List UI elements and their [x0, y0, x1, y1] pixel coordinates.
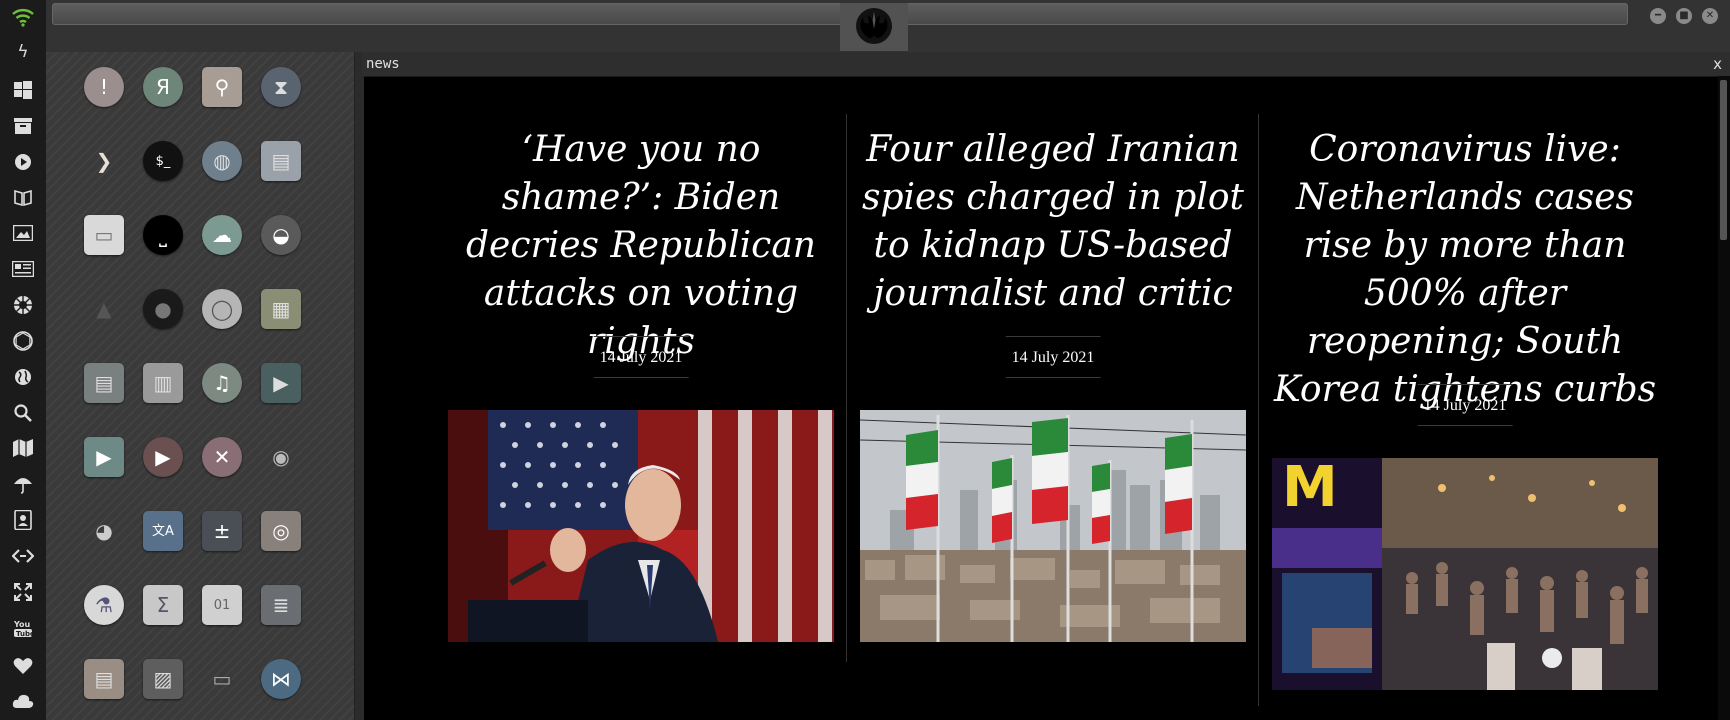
warning-app-icon[interactable]: !: [84, 67, 124, 107]
news-title-bar: news x: [362, 52, 1730, 77]
umbrella-icon[interactable]: [12, 473, 34, 495]
archive-icon[interactable]: [12, 115, 34, 137]
yandex-app-icon[interactable]: Я: [143, 67, 183, 107]
article-card[interactable]: ‘Have you no shame?’: Biden decries Repu…: [448, 76, 834, 720]
article-date-box: 14 July 2021: [1417, 384, 1513, 426]
flask-app-icon[interactable]: ⚗: [84, 585, 124, 625]
logo-tab[interactable]: [840, 3, 908, 51]
document-app-icon[interactable]: ▤: [84, 659, 124, 699]
translate-app-icon[interactable]: 文A: [143, 511, 183, 551]
books-icon[interactable]: [12, 186, 34, 208]
svg-text:M: M: [1282, 458, 1338, 520]
article-date-box: 14 July 2021: [593, 336, 689, 378]
dock: ϟ You Tube: [0, 0, 47, 720]
lightning-icon[interactable]: ϟ: [12, 41, 34, 63]
window-border: [362, 76, 364, 720]
minimize-icon[interactable]: ━: [1650, 8, 1666, 24]
youtube-app-icon[interactable]: ▶: [143, 437, 183, 477]
cloud-icon[interactable]: [12, 690, 34, 712]
article-headline[interactable]: Coronavirus live: Netherlands cases rise…: [1272, 126, 1658, 414]
notebook-app-icon[interactable]: ▥: [143, 363, 183, 403]
bed-app-icon[interactable]: ⎵: [143, 215, 183, 255]
window-app-icon[interactable]: ▭: [84, 215, 124, 255]
heart-icon[interactable]: [12, 655, 34, 677]
article-divider: [1258, 114, 1259, 706]
file-cabinet-app-icon[interactable]: ▤: [261, 141, 301, 181]
article-headline[interactable]: ‘Have you no shame?’: Biden decries Repu…: [448, 126, 834, 366]
calculator-app-icon[interactable]: ±: [202, 511, 242, 551]
article-headline[interactable]: Four alleged Iranian spies charged in pl…: [860, 126, 1246, 318]
github-app-icon[interactable]: ◒: [261, 215, 301, 255]
search-app-icon[interactable]: ⚲: [202, 67, 242, 107]
cloud-lock-app-icon[interactable]: ☁: [202, 215, 242, 255]
camera-app-icon[interactable]: ◎: [261, 511, 301, 551]
scrollbar-thumb[interactable]: [1720, 80, 1727, 240]
youtube-icon[interactable]: You Tube: [12, 617, 34, 639]
newspaper-icon[interactable]: [12, 258, 34, 280]
documents-app-icon[interactable]: ▤: [84, 363, 124, 403]
search-icon[interactable]: [12, 402, 34, 424]
svg-text:Tube: Tube: [16, 630, 33, 638]
world-map-app-icon[interactable]: ▦: [261, 289, 301, 329]
amsterdam-street-photo[interactable]: M: [1272, 458, 1658, 690]
binary-app-icon[interactable]: 01: [202, 585, 242, 625]
map-icon[interactable]: [12, 437, 34, 459]
hourglass-app-icon[interactable]: ⧗: [261, 67, 301, 107]
biden-speaking-photo[interactable]: [448, 410, 834, 642]
iranian-flags-photo[interactable]: [860, 410, 1246, 642]
rebel-alliance-icon[interactable]: [12, 294, 34, 316]
empire-icon[interactable]: [12, 330, 34, 352]
starfleet-app-icon[interactable]: ▲: [84, 289, 124, 329]
rebel-alliance-logo: [853, 5, 895, 47]
globe-app-icon[interactable]: ◍: [202, 141, 242, 181]
close-app-icon[interactable]: ✕: [202, 437, 242, 477]
play-app-icon[interactable]: ▶: [84, 437, 124, 477]
close-window-icon[interactable]: ✕: [1702, 8, 1718, 24]
article-divider: [846, 114, 847, 662]
code-icon[interactable]: [12, 545, 34, 567]
article-date: 14 July 2021: [599, 349, 683, 366]
globe-icon[interactable]: [12, 366, 34, 388]
close-news-button[interactable]: x: [1713, 55, 1722, 73]
play-circle-icon[interactable]: [12, 151, 34, 173]
maximize-icon[interactable]: ■: [1676, 8, 1692, 24]
article-card[interactable]: Coronavirus live: Netherlands cases rise…: [1272, 76, 1658, 720]
contacts-icon[interactable]: [12, 509, 34, 531]
app-launcher-panel: ! Я ⚲ ⧗ ❯ $_ ◍ ▤ ▭ ⎵ ☁ ◒ ▲ ● ◯ ▦ ▤ ▥ ♫ ▶ ▶ ▶ ✕ ◉ ◕ 文A ± ◎ ⚗ Σ 01 ≣ ▤ ▨ ▭ ⋈: [46, 52, 354, 720]
c3po-app-icon[interactable]: ◕: [84, 511, 124, 551]
vscode-app-icon[interactable]: ⋈: [261, 659, 301, 699]
text-editor-app-icon[interactable]: ≣: [261, 585, 301, 625]
terminal-app-icon[interactable]: $_: [143, 141, 183, 181]
windows-icon[interactable]: [12, 79, 34, 101]
sigma-app-icon[interactable]: Σ: [143, 585, 183, 625]
video-app-icon[interactable]: ▶: [261, 363, 301, 403]
window-title: news: [366, 56, 400, 72]
wifi-icon[interactable]: [12, 6, 34, 28]
droid-app-icon[interactable]: ◉: [261, 437, 301, 477]
forward-app-icon[interactable]: ❯: [84, 141, 124, 181]
article-date: 14 July 2021: [1011, 349, 1095, 366]
scrollbar[interactable]: [1718, 76, 1730, 720]
article-date: 14 July 2021: [1423, 397, 1507, 414]
article-card[interactable]: Four alleged Iranian spies charged in pl…: [860, 76, 1246, 720]
image-icon[interactable]: [12, 222, 34, 244]
image-viewer-app-icon[interactable]: ▨: [143, 659, 183, 699]
presentation-app-icon[interactable]: ▭: [202, 659, 242, 699]
top-bar: ━ ■ ✕: [46, 0, 1730, 52]
svg-text:You: You: [13, 620, 31, 629]
music-app-icon[interactable]: ♫: [202, 363, 242, 403]
article-date-box: 14 July 2021: [1005, 336, 1101, 378]
death-star-app-icon[interactable]: ●: [143, 289, 183, 329]
fullscreen-icon[interactable]: [12, 581, 34, 603]
wikipedia-app-icon[interactable]: ◯: [202, 289, 242, 329]
news-window: news x ‘Have you no shame?’: Biden decri…: [362, 52, 1730, 720]
